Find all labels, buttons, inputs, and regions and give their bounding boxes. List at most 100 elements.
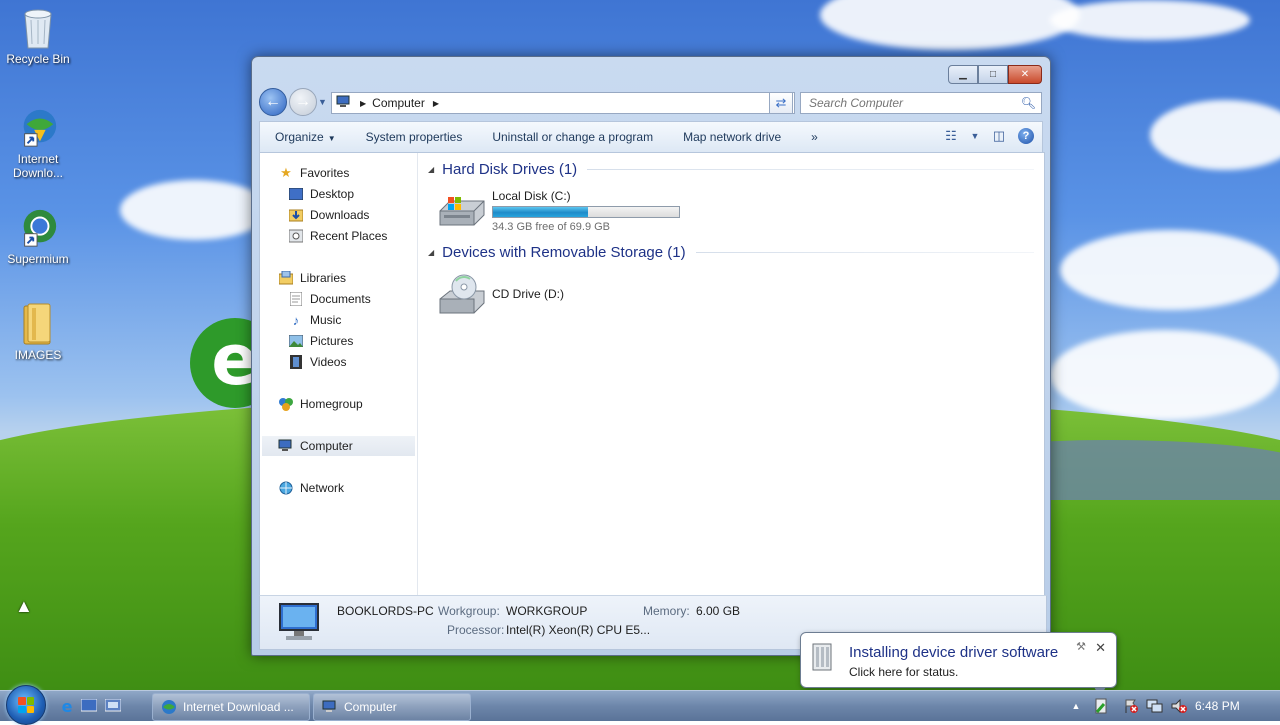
nav-item-homegroup[interactable]: Homegroup [278, 394, 363, 414]
close-icon[interactable]: ✕ [1095, 640, 1106, 656]
supermium-icon [17, 206, 59, 250]
cloud [1150, 100, 1280, 170]
close-button[interactable]: ✕ [1008, 65, 1042, 84]
idm-icon [17, 106, 59, 150]
libraries-icon [278, 270, 294, 286]
notification-balloon[interactable]: Installing device driver software Click … [800, 632, 1117, 697]
network-icon [278, 480, 294, 496]
drive-usage-fill [493, 207, 588, 217]
cd-drive-icon [438, 273, 486, 317]
cloud [820, 0, 1080, 50]
breadcrumb-chevron-icon[interactable]: ▶ [360, 99, 366, 108]
nav-label: Documents [310, 292, 371, 306]
desktop-icon-recycle-bin[interactable]: Recycle Bin [0, 6, 76, 66]
device-install-tray-icon[interactable] [1093, 698, 1109, 714]
processor-label: Processor: [447, 623, 505, 637]
more-commands-button[interactable]: » [796, 130, 833, 144]
collapse-triangle-icon[interactable]: ◢ [428, 165, 434, 174]
taskbar: e Internet Download ... Computer ▲ 6:48 … [0, 685, 1280, 725]
windows-logo-icon [18, 697, 34, 713]
recent-pages-dropdown[interactable]: ▼ [318, 97, 328, 107]
processor-value: Intel(R) Xeon(R) CPU E5... [506, 623, 651, 637]
balloon-title: Installing device driver software [849, 644, 1059, 661]
action-center-flag-icon[interactable] [1123, 698, 1139, 714]
nav-item-downloads[interactable]: Downloads [288, 205, 369, 225]
wrench-icon[interactable]: ⚒ [1076, 640, 1086, 653]
volume-muted-icon[interactable] [1170, 698, 1188, 714]
cloud [120, 180, 270, 240]
search-box[interactable]: 🔍︎ [800, 92, 1042, 114]
taskbar-button-label: Internet Download ... [183, 700, 294, 714]
nav-item-music[interactable]: ♪ Music [288, 310, 342, 330]
taskbar-button-internet-download-manager[interactable]: Internet Download ... [152, 693, 310, 721]
change-view-icon[interactable]: ☷ [942, 127, 960, 145]
nav-item-videos[interactable]: Videos [288, 352, 346, 372]
uninstall-program-button[interactable]: Uninstall or change a program [477, 130, 668, 144]
refresh-button[interactable]: ⇄ [769, 92, 793, 114]
organize-button[interactable]: Organize ▼ [260, 130, 351, 144]
downloads-folder-icon [288, 207, 304, 223]
switch-windows-icon[interactable] [104, 697, 122, 715]
computer-icon [336, 95, 352, 112]
workgroup-value: WORKGROUP [506, 604, 588, 618]
desktop-icon-internet-download-manager[interactable]: Internet Downlo... [0, 106, 76, 180]
breadcrumb-computer[interactable]: Computer [372, 96, 425, 110]
forward-button[interactable]: → [289, 88, 317, 116]
system-properties-button[interactable]: System properties [351, 130, 478, 144]
nav-item-recent-places[interactable]: Recent Places [288, 226, 387, 246]
group-divider [695, 252, 1034, 253]
desktop-icon [288, 186, 304, 202]
group-title: Hard Disk Drives (1) [442, 161, 578, 178]
nav-item-desktop[interactable]: Desktop [288, 184, 354, 204]
clock[interactable]: 6:48 PM [1195, 699, 1240, 713]
internet-explorer-icon[interactable]: e [58, 697, 76, 716]
computer-name: BOOKLORDS-PC [337, 604, 434, 618]
search-icon[interactable]: 🔍︎ [1021, 96, 1036, 110]
computer-icon [278, 438, 294, 454]
network-tray-icon[interactable] [1146, 698, 1164, 714]
help-icon[interactable]: ? [1018, 128, 1034, 144]
desktop-icon-supermium[interactable]: Supermium [0, 206, 76, 266]
nav-label: Homegroup [300, 397, 363, 411]
maximize-button[interactable]: □ [978, 65, 1008, 84]
caption-buttons: ▁ □ ✕ [948, 65, 1042, 84]
computer-icon [322, 700, 336, 712]
address-bar[interactable]: ▶ Computer ▶ ▼ [331, 92, 795, 114]
start-button[interactable] [6, 685, 46, 725]
breadcrumb-chevron-icon[interactable]: ▶ [433, 99, 439, 108]
nav-item-pictures[interactable]: Pictures [288, 331, 353, 351]
drive-usage-bar [492, 206, 680, 218]
map-network-drive-button[interactable]: Map network drive [668, 130, 796, 144]
desktop-icon-label: Supermium [7, 252, 69, 266]
group-header-hard-disk-drives[interactable]: ◢ Hard Disk Drives (1) [428, 161, 1034, 178]
nav-item-computer[interactable]: Computer [262, 436, 415, 456]
desktop-icon-images-folder[interactable]: IMAGES [0, 302, 76, 362]
nav-item-favorites[interactable]: ★ Favorites [278, 163, 349, 183]
drive-cd-d[interactable]: CD Drive (D:) [438, 273, 564, 317]
minimize-button[interactable]: ▁ [948, 65, 978, 84]
nav-label: Network [300, 481, 345, 495]
show-desktop-icon[interactable] [80, 697, 98, 715]
nav-item-network[interactable]: Network [278, 478, 344, 498]
preview-pane-icon[interactable]: ◫ [990, 127, 1008, 145]
nav-item-documents[interactable]: Documents [288, 289, 371, 309]
search-input[interactable] [807, 95, 1021, 111]
music-note-icon: ♪ [292, 312, 300, 328]
show-hidden-icons-button[interactable]: ▲ [1070, 698, 1082, 714]
desktop-icon-label: IMAGES [14, 348, 62, 362]
videos-icon [288, 354, 304, 370]
group-header-removable-storage[interactable]: ◢ Devices with Removable Storage (1) [428, 244, 1034, 261]
workgroup-label: Workgroup: [438, 604, 500, 618]
view-options-dropdown-icon[interactable]: ▼ [970, 127, 980, 145]
nav-item-libraries[interactable]: Libraries [278, 268, 346, 288]
organize-label: Organize [275, 130, 324, 144]
memory-label: Memory: [643, 604, 690, 618]
taskbar-button-computer[interactable]: Computer [313, 693, 471, 721]
group-divider [587, 169, 1034, 170]
balloon-subtitle[interactable]: Click here for status. [849, 665, 958, 679]
drive-local-disk-c[interactable]: Local Disk (C:) 34.3 GB free of 69.9 GB [438, 187, 680, 233]
back-button[interactable]: ← [259, 88, 287, 116]
collapse-triangle-icon[interactable]: ◢ [428, 248, 434, 257]
explorer-body: ★ Favorites Desktop Downloads Recent Plac… [259, 152, 1045, 597]
nav-label: Libraries [300, 271, 347, 285]
